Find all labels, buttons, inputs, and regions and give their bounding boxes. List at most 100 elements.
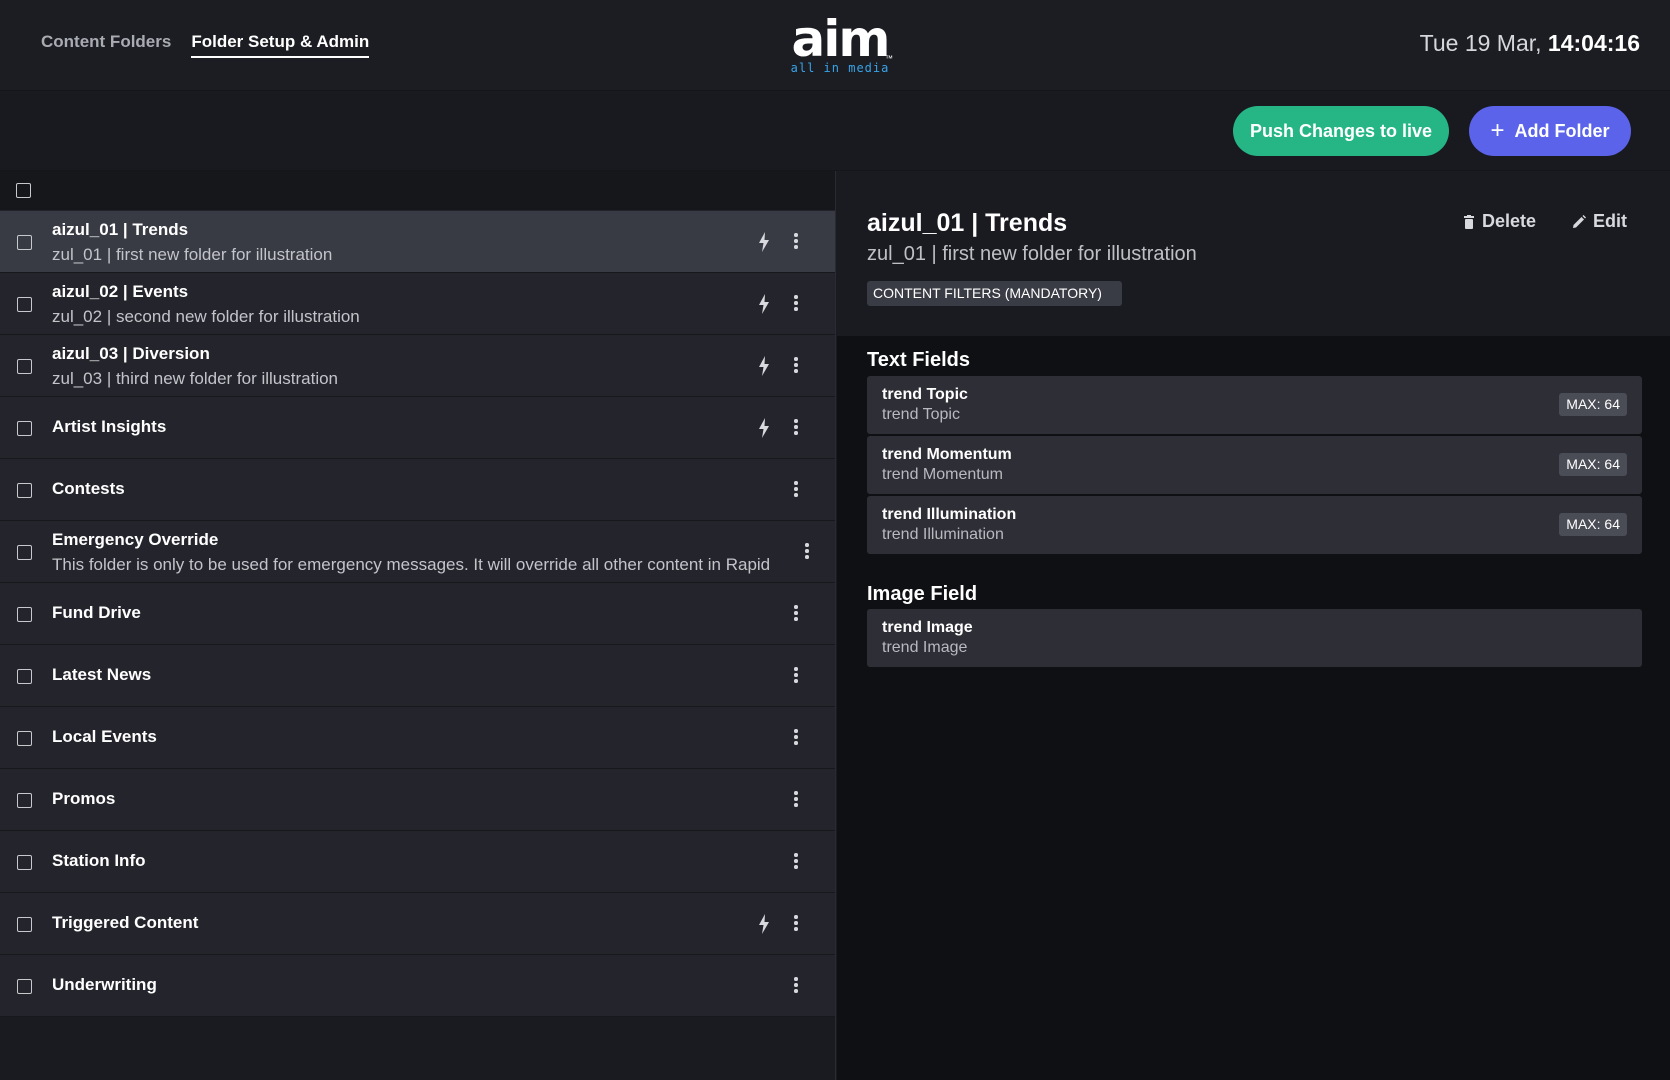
text-field-card[interactable]: trend Topic trend Topic MAX: 64 bbox=[867, 376, 1642, 434]
folder-checkbox[interactable] bbox=[17, 669, 32, 684]
folder-checkbox[interactable] bbox=[17, 421, 32, 436]
field-description: trend Image bbox=[882, 639, 968, 656]
folder-row[interactable]: Station Info bbox=[0, 831, 835, 893]
text-fields-title: Text Fields bbox=[867, 349, 970, 371]
folder-checkbox[interactable] bbox=[17, 359, 32, 374]
folder-row[interactable]: Emergency Override This folder is only to… bbox=[0, 521, 835, 583]
more-options-icon[interactable] bbox=[793, 419, 799, 437]
more-options-icon[interactable] bbox=[793, 791, 799, 809]
folder-title: Contests bbox=[52, 479, 125, 498]
folder-checkbox[interactable] bbox=[17, 235, 32, 250]
folder-checkbox[interactable] bbox=[17, 979, 32, 994]
more-options-icon[interactable] bbox=[793, 667, 799, 685]
folder-list: aizul_01 | Trends zul_01 | first new fold… bbox=[0, 211, 835, 1017]
main-nav: Content Folders Folder Setup & Admin bbox=[41, 32, 370, 58]
field-description: trend Topic bbox=[882, 406, 960, 423]
select-all-checkbox[interactable] bbox=[16, 183, 31, 198]
push-changes-button[interactable]: Push Changes to live bbox=[1233, 106, 1449, 156]
folder-row[interactable]: Promos bbox=[0, 769, 835, 831]
delete-button[interactable]: Delete bbox=[1463, 211, 1536, 232]
folder-checkbox[interactable] bbox=[17, 483, 32, 498]
folder-checkbox[interactable] bbox=[17, 855, 32, 870]
nav-content-folders[interactable]: Content Folders bbox=[41, 32, 171, 58]
folder-description: zul_02 | second new folder for illustrat… bbox=[52, 307, 360, 326]
aim-logo: aim ™ all in media bbox=[787, 10, 893, 76]
folder-title: Artist Insights bbox=[52, 417, 167, 436]
field-name: trend Illumination bbox=[882, 506, 1017, 523]
clock-date: Tue 19 Mar, bbox=[1419, 30, 1542, 56]
plus-icon: + bbox=[1490, 117, 1505, 144]
clock: Tue 19 Mar, 14:04:16 bbox=[1420, 30, 1640, 57]
more-options-icon[interactable] bbox=[793, 977, 799, 995]
folder-checkbox[interactable] bbox=[17, 545, 32, 560]
more-options-icon[interactable] bbox=[804, 543, 810, 561]
more-options-icon[interactable] bbox=[793, 481, 799, 499]
content-filters-badge: CONTENT FILTERS (MANDATORY) bbox=[867, 281, 1122, 306]
pencil-icon bbox=[1573, 214, 1586, 228]
folder-title: Local Events bbox=[52, 727, 157, 746]
more-options-icon[interactable] bbox=[793, 729, 799, 747]
folder-checkbox[interactable] bbox=[17, 297, 32, 312]
folder-title: Emergency Override bbox=[52, 530, 219, 549]
logo-tagline: all in media bbox=[790, 61, 890, 75]
image-field-card[interactable]: trend Image trend Image bbox=[867, 609, 1642, 667]
text-field-card[interactable]: trend Momentum trend Momentum MAX: 64 bbox=[867, 436, 1642, 494]
lightning-icon[interactable] bbox=[758, 914, 770, 934]
folder-row[interactable]: Contests bbox=[0, 459, 835, 521]
top-header: Content Folders Folder Setup & Admin aim… bbox=[0, 0, 1670, 91]
detail-subtitle: zul_01 | first new folder for illustrati… bbox=[867, 243, 1197, 265]
field-name: trend Topic bbox=[882, 386, 968, 403]
more-options-icon[interactable] bbox=[793, 357, 799, 375]
folder-title: aizul_02 | Events bbox=[52, 282, 189, 301]
lightning-icon[interactable] bbox=[758, 418, 770, 438]
list-header bbox=[0, 171, 835, 211]
field-name: trend Momentum bbox=[882, 446, 1012, 463]
folder-row[interactable]: Artist Insights bbox=[0, 397, 835, 459]
more-options-icon[interactable] bbox=[793, 295, 799, 313]
delete-label: Delete bbox=[1482, 211, 1537, 231]
detail-title: aizul_01 | Trends bbox=[867, 209, 1068, 237]
lightning-icon[interactable] bbox=[758, 294, 770, 314]
folder-checkbox[interactable] bbox=[17, 731, 32, 746]
folder-checkbox[interactable] bbox=[17, 917, 32, 932]
clock-time: 14:04:16 bbox=[1547, 30, 1640, 56]
folder-row[interactable]: Latest News bbox=[0, 645, 835, 707]
field-name: trend Image bbox=[882, 619, 973, 636]
folder-list-panel: aizul_01 | Trends zul_01 | first new fold… bbox=[0, 171, 836, 1080]
add-folder-label: Add Folder bbox=[1514, 120, 1610, 141]
edit-button[interactable]: Edit bbox=[1572, 211, 1627, 232]
folder-row[interactable]: Triggered Content bbox=[0, 893, 835, 955]
logo-trademark: ™ bbox=[885, 54, 893, 63]
folder-title: Latest News bbox=[52, 665, 152, 684]
add-folder-button[interactable]: + Add Folder bbox=[1469, 106, 1631, 156]
more-options-icon[interactable] bbox=[793, 233, 799, 251]
folder-description: This folder is only to be used for emerg… bbox=[52, 555, 771, 574]
folder-description: zul_03 | third new folder for illustrati… bbox=[52, 369, 339, 388]
text-field-card[interactable]: trend Illumination trend Illumination MAX:… bbox=[867, 496, 1642, 554]
folder-checkbox[interactable] bbox=[17, 793, 32, 808]
lightning-icon[interactable] bbox=[758, 356, 770, 376]
folder-row[interactable]: Local Events bbox=[0, 707, 835, 769]
more-options-icon[interactable] bbox=[793, 605, 799, 623]
logo-word: aim bbox=[791, 10, 891, 68]
nav-folder-setup-admin[interactable]: Folder Setup & Admin bbox=[191, 32, 370, 58]
folder-title: aizul_03 | Diversion bbox=[52, 344, 210, 363]
folder-title: Promos bbox=[52, 789, 116, 808]
detail-header: aizul_01 | Trends zul_01 | first new fol… bbox=[837, 171, 1670, 336]
more-options-icon[interactable] bbox=[793, 853, 799, 871]
folder-description: zul_01 | first new folder for illustrati… bbox=[52, 245, 333, 264]
folder-row[interactable]: aizul_03 | Diversion zul_03 | third new f… bbox=[0, 335, 835, 397]
action-bar: Push Changes to live + Add Folder bbox=[0, 92, 1670, 171]
folder-title: Triggered Content bbox=[52, 913, 199, 932]
folder-detail-panel: aizul_01 | Trends zul_01 | first new fol… bbox=[837, 171, 1670, 1080]
folder-row[interactable]: aizul_02 | Events zul_02 | second new fol… bbox=[0, 273, 835, 335]
lightning-icon[interactable] bbox=[758, 232, 770, 252]
field-description: trend Momentum bbox=[882, 466, 1003, 483]
max-length-badge: MAX: 64 bbox=[1559, 453, 1627, 476]
folder-title: Fund Drive bbox=[52, 603, 141, 622]
more-options-icon[interactable] bbox=[793, 915, 799, 933]
folder-checkbox[interactable] bbox=[17, 607, 32, 622]
folder-row[interactable]: Underwriting bbox=[0, 955, 835, 1017]
folder-row[interactable]: Fund Drive bbox=[0, 583, 835, 645]
folder-row[interactable]: aizul_01 | Trends zul_01 | first new fold… bbox=[0, 211, 835, 273]
